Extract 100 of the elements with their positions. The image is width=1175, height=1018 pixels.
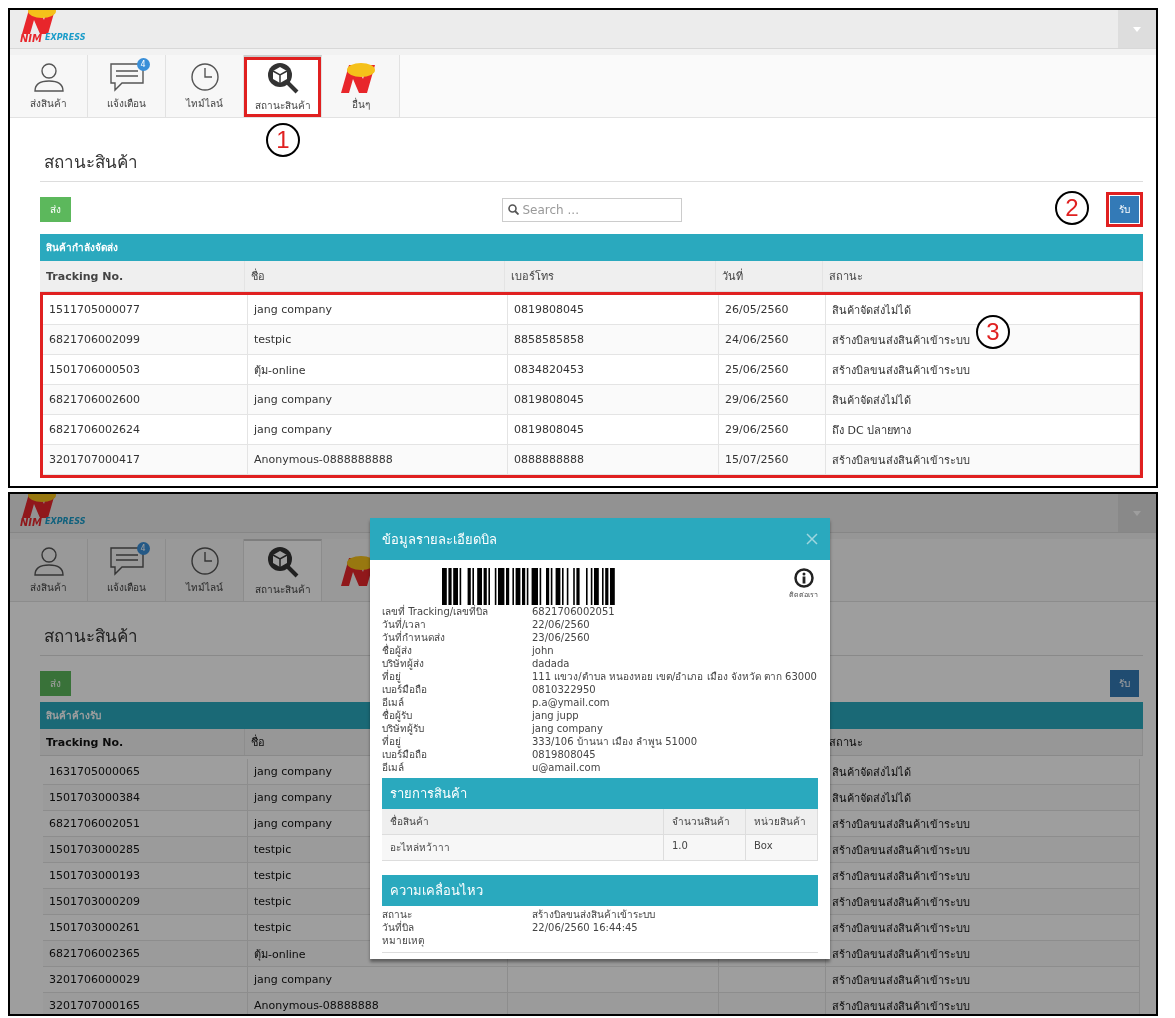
dialog-title: ข้อมูลรายละเอียดบิล bbox=[382, 530, 497, 550]
annotation-number: 2 bbox=[1055, 191, 1089, 225]
table-cell: jang company bbox=[248, 415, 508, 444]
table-cell: 1.0 bbox=[664, 835, 746, 861]
table-cell: 1501703000261 bbox=[43, 915, 248, 940]
clock-icon bbox=[189, 545, 220, 576]
table-cell: สร้างบิลขนส่งสินค้าเข้าระบบ bbox=[826, 355, 1140, 384]
table-cell: 29/06/2560 bbox=[719, 415, 826, 444]
table-cell: 1501703000384 bbox=[43, 785, 248, 810]
column-header: สถานะ bbox=[823, 261, 1143, 291]
detail-value: dadada bbox=[532, 657, 571, 670]
detail-value: สร้างบิลขนส่งสินค้าเข้าระบบ bbox=[532, 908, 656, 921]
detail-label: วันที่กำหนดส่ง bbox=[382, 631, 446, 643]
page-title: สถานะสินค้า bbox=[40, 148, 1143, 182]
column-header: Tracking No. bbox=[40, 729, 245, 755]
table-cell: 6821706002624 bbox=[43, 415, 248, 444]
table-cell: 1501706000503 bbox=[43, 355, 248, 384]
detail-label: ที่อยู่ bbox=[382, 670, 401, 683]
search-field[interactable]: Search ... bbox=[501, 197, 682, 222]
search-icon bbox=[507, 204, 519, 215]
table-cell: สร้างบิลขนส่งสินค้าเข้าระบบ bbox=[826, 445, 1140, 474]
notification-badge: 4 bbox=[136, 541, 150, 555]
table-cell: jang company bbox=[248, 385, 508, 414]
table-cell: 8858585858 bbox=[508, 325, 719, 354]
logo-text: NIM bbox=[20, 34, 43, 44]
table-cell: สร้างบิลขนส่งสินค้าเข้าระบบ bbox=[826, 967, 1140, 992]
column-header: วันที่ bbox=[716, 261, 823, 291]
person-icon bbox=[32, 545, 65, 576]
table-cell: 29/06/2560 bbox=[719, 385, 826, 414]
column-header: หน่วยสินค้า bbox=[746, 809, 818, 835]
logo-text: EXPRESS bbox=[45, 34, 86, 44]
table-cell: 6821706002099 bbox=[43, 325, 248, 354]
table-cell: 0888888888 bbox=[508, 445, 719, 474]
table-cell: 0819808045 bbox=[508, 415, 719, 444]
table-cell: jang company bbox=[248, 967, 508, 992]
receive-button[interactable]: รับ bbox=[1110, 196, 1139, 223]
table-cell: Anonymous-0888888888 bbox=[248, 445, 508, 474]
detail-value: 111 แขวง/ตำบล หนองหอย เขต/อำเภอ เมือง จังหวัด ตาก 63000 bbox=[532, 670, 818, 683]
table-cell: 15/07/2560 bbox=[719, 445, 826, 474]
detail-label: วันที่บิล bbox=[382, 921, 415, 934]
logo-text: EXPRESS bbox=[45, 518, 86, 528]
table-cell: สร้างบิลขนส่งสินค้าเข้าระบบ bbox=[826, 993, 1140, 1014]
detail-label: ที่อยู่ bbox=[382, 735, 401, 748]
detail-label: เบอร์มือถือ bbox=[382, 683, 428, 696]
table-cell: 0834820453 bbox=[508, 355, 719, 384]
receive-button[interactable]: รับ bbox=[1110, 670, 1139, 697]
caret-icon bbox=[1133, 26, 1141, 32]
detail-value: 6821706002051 bbox=[532, 605, 616, 618]
detail-label: เลขที่ Tracking/เลขที่บิล bbox=[382, 605, 490, 617]
column-header: จำนวนสินค้า bbox=[664, 809, 746, 835]
chat-icon bbox=[107, 61, 146, 92]
detail-value: 22/06/2560 16:44:45 bbox=[532, 921, 639, 934]
table-cell: ถึง DC ปลายทาง bbox=[826, 415, 1140, 444]
clock-icon bbox=[189, 61, 220, 92]
column-header: เบอร์โทร bbox=[505, 261, 716, 291]
detail-value: 23/06/2560 bbox=[532, 631, 591, 644]
chat-icon bbox=[107, 545, 146, 576]
table-cell: testpic bbox=[248, 325, 508, 354]
table-cell: Anonymous-08888888 bbox=[248, 993, 508, 1014]
nav-tab[interactable]: สถานะสินค้า bbox=[244, 539, 322, 601]
table-cell: 3201707000165 bbox=[43, 993, 248, 1014]
detail-value: 333/106 บ้านนา เมือง ลำพูน 51000 bbox=[532, 735, 699, 748]
annotation-number: 1 bbox=[266, 123, 300, 157]
table-cell: 6821706002365 bbox=[43, 941, 248, 966]
column-header: Tracking No. bbox=[40, 261, 245, 291]
table-cell: 3201707000417 bbox=[43, 445, 248, 474]
section-header: ความเคลื่อนไหว bbox=[382, 875, 818, 906]
table-cell: 6821706002051 bbox=[43, 811, 248, 836]
table-cell: Box bbox=[746, 835, 818, 861]
table-cell: 1501703000285 bbox=[43, 837, 248, 862]
section-header: รายการสินค้า bbox=[382, 778, 818, 809]
table-cell: 1511705000077 bbox=[43, 295, 248, 324]
table-cell: 24/06/2560 bbox=[719, 325, 826, 354]
logo-text: NIM bbox=[20, 518, 43, 528]
notification-badge: 4 bbox=[136, 57, 150, 71]
detail-label: อีเมล์ bbox=[382, 761, 405, 774]
table-cell: 26/05/2560 bbox=[719, 295, 826, 324]
detail-label: บริษัทผู้ส่ง bbox=[382, 657, 425, 670]
detail-value: u@amail.com bbox=[532, 761, 602, 774]
table-cell: ตุ้ม-online bbox=[248, 355, 508, 384]
detail-label: ชื่อผู้ส่ง bbox=[382, 644, 413, 657]
box-search-icon bbox=[266, 545, 299, 578]
dropdown-button[interactable] bbox=[1118, 494, 1156, 532]
detail-value: john bbox=[532, 644, 555, 657]
column-header: ชื่อสินค้า bbox=[382, 809, 664, 835]
info-icon[interactable] bbox=[793, 568, 814, 588]
column-header: ชื่อ bbox=[245, 261, 505, 291]
table-title-bar: สินค้ากำลังจัดส่ง bbox=[40, 234, 1143, 261]
table-cell: jang company bbox=[248, 295, 508, 324]
table-cell: 1631705000065 bbox=[43, 759, 248, 784]
table-cell: 1501703000193 bbox=[43, 863, 248, 888]
table-cell: 0819808045 bbox=[508, 385, 719, 414]
table-cell: สินค้าจัดส่งไม่ได้ bbox=[826, 385, 1140, 414]
detail-value: jang jupp bbox=[532, 709, 580, 722]
table-cell: 25/06/2560 bbox=[719, 355, 826, 384]
table-cell: 6821706002600 bbox=[43, 385, 248, 414]
dropdown-button[interactable] bbox=[1118, 10, 1156, 48]
table-cell: 0819808045 bbox=[508, 295, 719, 324]
close-icon[interactable] bbox=[806, 533, 818, 545]
person-icon bbox=[32, 61, 65, 92]
